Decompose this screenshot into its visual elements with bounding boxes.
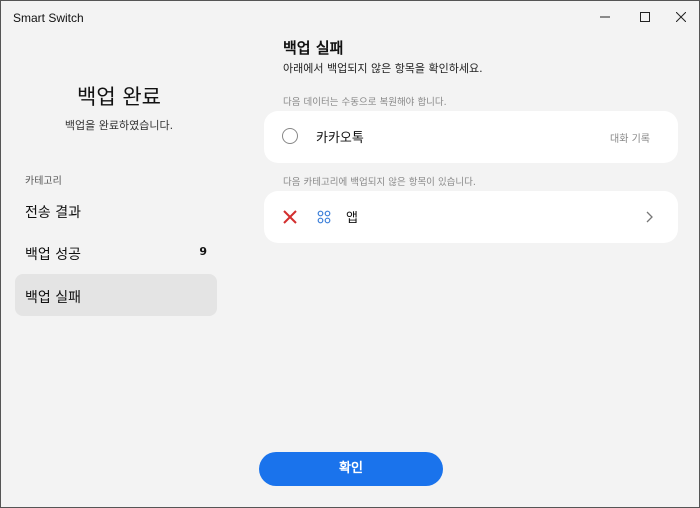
category-label: 카테고리 xyxy=(25,176,62,187)
nav-item-label: 백업 성공 xyxy=(25,247,81,263)
fail-x-icon xyxy=(283,210,297,224)
section-subtitle: 아래에서 백업되지 않은 항목을 확인하세요. xyxy=(283,62,483,75)
nav-item-label: 백업 실패 xyxy=(25,290,81,306)
close-icon xyxy=(676,12,686,22)
nav-item-backup-failed[interactable]: 백업 실패 xyxy=(15,274,217,316)
maximize-icon xyxy=(640,12,650,22)
item-title: 앱 xyxy=(346,211,358,226)
item-detail: 대화 기록 xyxy=(610,134,650,145)
confirm-button[interactable]: 확인 xyxy=(259,452,443,486)
nav-item-backup-success[interactable]: 백업 성공 9 xyxy=(15,231,217,273)
kakaotalk-item[interactable]: 카카오톡 대화 기록 xyxy=(264,111,678,163)
minimize-button[interactable] xyxy=(585,1,625,33)
apps-icon xyxy=(317,210,331,224)
nav-item-transfer-result[interactable]: 전송 결과 xyxy=(15,189,217,231)
minimize-icon xyxy=(600,16,610,18)
app-title: Smart Switch xyxy=(13,11,84,25)
section-title: 백업 실패 xyxy=(283,39,344,57)
apps-item[interactable]: 앱 xyxy=(264,191,678,243)
manual-restore-label: 다음 데이터는 수동으로 복원해야 합니다. xyxy=(283,97,447,108)
close-button[interactable] xyxy=(661,1,700,33)
chevron-right-icon xyxy=(646,211,653,223)
item-title: 카카오톡 xyxy=(316,131,364,146)
radio-icon[interactable] xyxy=(282,128,298,144)
title-bar: Smart Switch xyxy=(1,1,699,33)
page-title: 백업 완료 xyxy=(77,85,161,109)
failed-category-label: 다음 카테고리에 백업되지 않은 항목이 있습니다. xyxy=(283,177,476,188)
maximize-button[interactable] xyxy=(625,1,665,33)
page-subtitle: 백업을 완료하였습니다. xyxy=(64,119,174,132)
nav-item-label: 전송 결과 xyxy=(25,205,81,221)
app-window: Smart Switch 백업 완료 백업을 완료하였습니다. 카테고리 전송 … xyxy=(0,0,700,508)
count-badge: 9 xyxy=(199,245,207,258)
